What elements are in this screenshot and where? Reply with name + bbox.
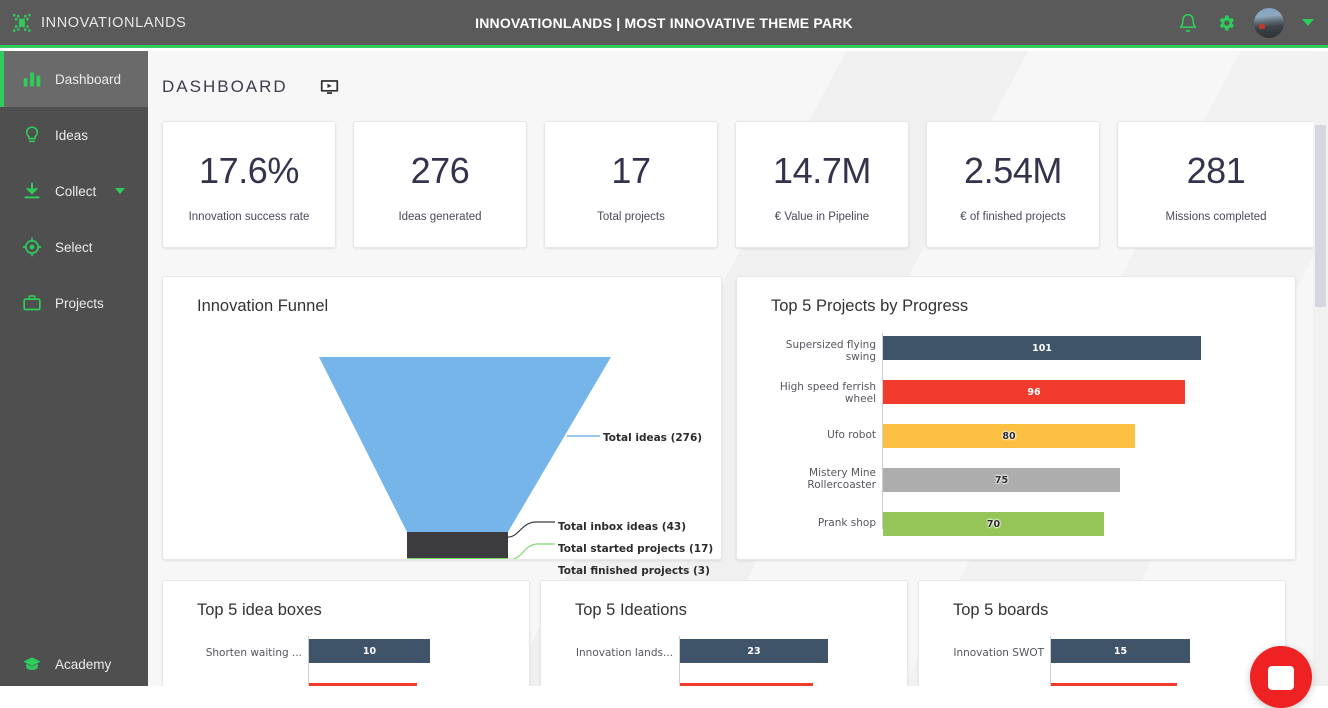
graduation-cap-icon bbox=[22, 654, 42, 674]
bar-supersized-flying-swing[interactable]: 101 bbox=[883, 336, 1201, 360]
bar-label: Ufo robot bbox=[762, 429, 876, 441]
gear-icon[interactable] bbox=[1216, 13, 1236, 33]
bar-label: Innovation lands... bbox=[549, 647, 673, 659]
bar-label: Supersized flying swing bbox=[762, 339, 876, 363]
innovationlands-logo-icon bbox=[12, 13, 32, 33]
bar-label: Innovation SWOT bbox=[924, 647, 1044, 659]
main-content: DASHBOARD 17.6% Innovation success rate … bbox=[148, 51, 1328, 686]
chart-title: Innovation Funnel bbox=[197, 297, 328, 316]
bar-value: 15 bbox=[1114, 646, 1127, 657]
bar-prank-shop[interactable]: 70 bbox=[883, 512, 1104, 536]
kpi-label: Innovation success rate bbox=[163, 211, 335, 223]
top-idea-boxes-card: Top 5 idea boxes Shorten waiting ... 10 bbox=[162, 580, 530, 686]
bar-innovation-swot[interactable]: 15 bbox=[1051, 639, 1190, 663]
brand[interactable]: INNOVATIONLANDS bbox=[0, 13, 148, 33]
sidebar-item-label: Ideas bbox=[55, 128, 88, 143]
bar-high-speed-ferrish-wheel[interactable]: 96 bbox=[883, 380, 1185, 404]
sidebar-item-ideas[interactable]: Ideas bbox=[0, 107, 148, 163]
kpi-label: € Value in Pipeline bbox=[736, 211, 908, 223]
app-title: INNOVATIONLANDS | MOST INNOVATIVE THEME … bbox=[0, 15, 1328, 31]
brand-name: INNOVATIONLANDS bbox=[41, 15, 186, 31]
sidebar-item-label: Dashboard bbox=[55, 72, 121, 87]
video-tutorial-icon[interactable] bbox=[320, 79, 339, 95]
sidebar-item-label: Collect bbox=[55, 184, 96, 199]
target-icon bbox=[22, 237, 42, 257]
kpi-value: 17.6% bbox=[163, 150, 335, 192]
sidebar-item-label: Select bbox=[55, 240, 93, 255]
chart-title: Top 5 Projects by Progress bbox=[771, 297, 968, 316]
kpi-card[interactable]: 276 Ideas generated bbox=[353, 121, 527, 248]
kpi-label: Missions completed bbox=[1118, 211, 1314, 223]
chevron-down-icon[interactable] bbox=[1302, 19, 1314, 26]
lightbulb-icon bbox=[22, 125, 42, 145]
sidebar-item-collect[interactable]: Collect bbox=[0, 163, 148, 219]
kpi-value: 14.7M bbox=[736, 150, 908, 192]
bar-mistery-mine-rollercoaster[interactable]: 75 bbox=[883, 468, 1120, 492]
bar-value: 23 bbox=[747, 646, 760, 657]
top-bar-actions bbox=[1178, 8, 1328, 38]
sidebar-item-label: Projects bbox=[55, 296, 104, 311]
sidebar-item-academy[interactable]: Academy bbox=[0, 636, 148, 692]
kpi-value: 281 bbox=[1118, 150, 1314, 192]
kpi-card[interactable]: 17 Total projects bbox=[544, 121, 718, 248]
kpi-value: 276 bbox=[354, 150, 526, 192]
download-icon bbox=[22, 181, 42, 201]
bar-value: 101 bbox=[1032, 343, 1052, 354]
callout-line-started-projects bbox=[508, 544, 555, 559]
top-boards-card: Top 5 boards Innovation SWOT 15 bbox=[918, 580, 1286, 686]
funnel-legend-total-ideas: Total ideas (276) bbox=[603, 432, 702, 444]
vertical-scrollbar[interactable] bbox=[1313, 51, 1328, 686]
page-title: DASHBOARD bbox=[162, 77, 288, 97]
bar-value: 75 bbox=[995, 475, 1008, 486]
bar-value: 10 bbox=[363, 646, 376, 657]
scrollbar-thumb[interactable] bbox=[1315, 125, 1326, 307]
bar-ufo-robot[interactable]: 80 bbox=[883, 424, 1135, 448]
callout-line-inbox-ideas bbox=[508, 522, 555, 537]
bar-value: 70 bbox=[987, 519, 1000, 530]
innovation-funnel-card: Innovation Funnel Total ideas (276) Tota… bbox=[162, 276, 722, 560]
bar-shorten-waiting[interactable]: 10 bbox=[309, 639, 430, 663]
kpi-value: 17 bbox=[545, 150, 717, 192]
sidebar-item-dashboard[interactable]: Dashboard bbox=[0, 51, 148, 107]
briefcase-icon bbox=[22, 293, 42, 313]
page-header: DASHBOARD bbox=[162, 77, 339, 97]
sidebar-item-select[interactable]: Select bbox=[0, 219, 148, 275]
bar-value: 96 bbox=[1027, 387, 1040, 398]
kpi-card[interactable]: 281 Missions completed bbox=[1117, 121, 1315, 248]
funnel-segment-total-ideas[interactable] bbox=[319, 357, 611, 532]
chat-bubble-icon[interactable] bbox=[1250, 646, 1312, 708]
chart-title: Top 5 idea boxes bbox=[197, 601, 322, 620]
top-projects-card: Top 5 Projects by Progress Supersized fl… bbox=[736, 276, 1296, 560]
kpi-label: € of finished projects bbox=[927, 211, 1099, 223]
bar-innovation-lands[interactable]: 23 bbox=[680, 639, 828, 663]
funnel-segment-started-projects[interactable] bbox=[407, 558, 508, 559]
chevron-down-icon[interactable] bbox=[115, 188, 125, 194]
funnel-legend-finished-projects: Total finished projects (3) bbox=[558, 565, 710, 577]
kpi-card[interactable]: 2.54M € of finished projects bbox=[926, 121, 1100, 248]
bell-icon[interactable] bbox=[1178, 13, 1198, 33]
kpi-card[interactable]: 17.6% Innovation success rate bbox=[162, 121, 336, 248]
avatar[interactable] bbox=[1254, 8, 1284, 38]
funnel-segment-inbox-ideas[interactable] bbox=[407, 532, 508, 558]
kpi-label: Ideas generated bbox=[354, 211, 526, 223]
bar-value: 80 bbox=[1002, 431, 1015, 442]
kpi-label: Total projects bbox=[545, 211, 717, 223]
funnel-legend-started-projects: Total started projects (17) bbox=[558, 543, 713, 555]
bar-chart-icon bbox=[22, 69, 42, 89]
funnel-legend-inbox-ideas: Total inbox ideas (43) bbox=[558, 521, 686, 533]
bar-label: Shorten waiting ... bbox=[178, 647, 302, 659]
sidebar-item-projects[interactable]: Projects bbox=[0, 275, 148, 331]
bar-label: Prank shop bbox=[762, 517, 876, 529]
kpi-value: 2.54M bbox=[927, 150, 1099, 192]
sidebar: Dashboard Ideas Collect Sel bbox=[0, 51, 148, 686]
bar-label: High speed ferrish wheel bbox=[762, 381, 876, 405]
top-bar: INNOVATIONLANDS INNOVATIONLANDS | MOST I… bbox=[0, 0, 1328, 48]
bar-label: Mistery Mine Rollercoaster bbox=[762, 467, 876, 491]
top-ideations-card: Top 5 Ideations Innovation lands... 23 bbox=[540, 580, 908, 686]
chart-title: Top 5 boards bbox=[953, 601, 1048, 620]
kpi-card[interactable]: 14.7M € Value in Pipeline bbox=[735, 121, 909, 248]
chart-title: Top 5 Ideations bbox=[575, 601, 687, 620]
sidebar-item-label: Academy bbox=[55, 657, 111, 672]
